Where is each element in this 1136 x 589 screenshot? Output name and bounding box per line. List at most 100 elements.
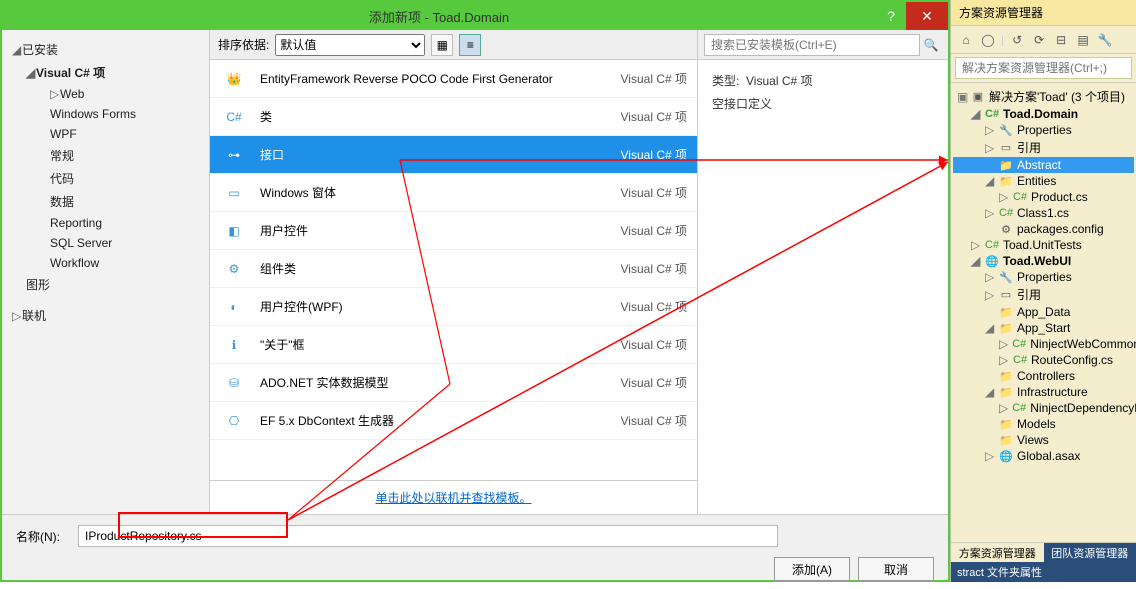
template-item-2[interactable]: ⊶ 接口 Visual C# 项: [210, 136, 697, 174]
solution-node-18[interactable]: ◢ 📁 Infrastructure: [953, 384, 1134, 400]
template-item-0[interactable]: 👑 EntityFramework Reverse POCO Code Firs…: [210, 60, 697, 98]
cancel-button[interactable]: 取消: [858, 557, 934, 581]
form-icon: ▭: [220, 179, 248, 207]
solution-node-14[interactable]: ◢ 📁 App_Start: [953, 320, 1134, 336]
template-label: EntityFramework Reverse POCO Code First …: [260, 72, 565, 86]
help-button[interactable]: ?: [876, 8, 906, 24]
solution-node-21[interactable]: 📁 Views: [953, 432, 1134, 448]
template-center: 排序依据: 默认值 ▦ ≡ 👑 EntityFramework Reverse …: [210, 30, 698, 514]
sidebar-online[interactable]: ▷联机: [2, 304, 209, 327]
template-lang: Visual C# 项: [577, 146, 687, 163]
sidebar-winforms[interactable]: Windows Forms: [2, 104, 209, 124]
refresh-icon[interactable]: ⟳: [1030, 31, 1048, 49]
sidebar-installed[interactable]: ◢已安装: [2, 38, 209, 61]
solution-node-label: RouteConfig.cs: [1031, 353, 1113, 367]
solution-node-1[interactable]: ◢ C# Toad.Domain: [953, 106, 1134, 122]
template-lang: Visual C# 项: [577, 336, 687, 353]
back-icon[interactable]: ◯: [979, 31, 997, 49]
dialog-footer: 名称(N): 添加(A) 取消: [2, 514, 948, 580]
sort-select[interactable]: 默认值: [275, 34, 425, 56]
folder-icon: 📁: [999, 175, 1013, 188]
template-item-1[interactable]: C# 类 Visual C# 项: [210, 98, 697, 136]
name-input[interactable]: [78, 525, 778, 547]
add-button[interactable]: 添加(A): [774, 557, 850, 581]
home-icon[interactable]: ⌂: [957, 31, 975, 49]
solution-node-label: 引用: [1017, 139, 1041, 156]
template-item-3[interactable]: ▭ Windows 窗体 Visual C# 项: [210, 174, 697, 212]
solution-node-label: App_Data: [1017, 305, 1070, 319]
solution-node-19[interactable]: ▷ C# NinjectDependencyR: [953, 400, 1134, 416]
sidebar-data[interactable]: 数据: [2, 190, 209, 213]
sidebar-csharp[interactable]: ◢Visual C# 项: [2, 61, 209, 84]
solution-node-17[interactable]: 📁 Controllers: [953, 368, 1134, 384]
solution-node-2[interactable]: ▷ 🔧 Properties: [953, 122, 1134, 138]
add-item-dialog: 添加新项 - Toad.Domain ? ✕ ◢已安装 ◢Visual C# 项…: [0, 0, 950, 582]
solution-node-10[interactable]: ◢ 🌐 Toad.WebUI: [953, 253, 1134, 269]
cs-icon: C#: [999, 207, 1013, 219]
wpf-icon: ◐: [220, 293, 248, 321]
solution-node-label: Views: [1017, 433, 1049, 447]
template-item-5[interactable]: ⚙ 组件类 Visual C# 项: [210, 250, 697, 288]
wrench-icon: 🔧: [999, 271, 1013, 284]
solution-node-0[interactable]: ▣ ▣ 解决方案'Toad' (3 个项目): [953, 87, 1134, 106]
solution-node-11[interactable]: ▷ 🔧 Properties: [953, 269, 1134, 285]
solution-node-label: Product.cs: [1031, 190, 1088, 204]
sidebar-workflow[interactable]: Workflow: [2, 253, 209, 273]
view-list-icon[interactable]: ≡: [459, 34, 481, 56]
solution-node-8[interactable]: ⚙ packages.config: [953, 221, 1134, 237]
caret-icon: ◢: [985, 321, 995, 335]
close-button[interactable]: ✕: [906, 2, 948, 30]
solution-node-3[interactable]: ▷ ▭ 引用: [953, 138, 1134, 157]
template-item-9[interactable]: ⎔ EF 5.x DbContext 生成器 Visual C# 项: [210, 402, 697, 440]
tab-team-explorer[interactable]: 团队资源管理器: [1044, 543, 1136, 562]
cs-icon: C#: [1013, 191, 1027, 203]
sidebar-reporting[interactable]: Reporting: [2, 213, 209, 233]
search-input[interactable]: [704, 34, 920, 56]
folder-icon: 📁: [999, 434, 1013, 447]
caret-icon: ▷: [971, 238, 981, 252]
template-lang: Visual C# 项: [577, 184, 687, 201]
solution-node-label: Class1.cs: [1017, 206, 1069, 220]
solution-node-20[interactable]: 📁 Models: [953, 416, 1134, 432]
folder-icon: 📁: [999, 322, 1013, 335]
ref-icon: ▭: [999, 288, 1013, 301]
search-icon[interactable]: 🔍: [920, 38, 942, 52]
caret-icon: ◢: [971, 107, 981, 121]
solution-node-13[interactable]: 📁 App_Data: [953, 304, 1134, 320]
solution-node-5[interactable]: ◢ 📁 Entities: [953, 173, 1134, 189]
solution-node-22[interactable]: ▷ 🌐 Global.asax: [953, 448, 1134, 464]
tab-solution-explorer[interactable]: 方案资源管理器: [951, 543, 1044, 562]
template-lang: Visual C# 项: [577, 298, 687, 315]
collapse-icon[interactable]: ⊟: [1052, 31, 1070, 49]
sidebar-web[interactable]: ▷Web: [2, 84, 209, 104]
web-icon: 🌐: [985, 255, 999, 268]
template-item-6[interactable]: ◐ 用户控件(WPF) Visual C# 项: [210, 288, 697, 326]
sidebar-shape[interactable]: 图形: [2, 273, 209, 296]
template-item-8[interactable]: ⛁ ADO.NET 实体数据模型 Visual C# 项: [210, 364, 697, 402]
sidebar-sql[interactable]: SQL Server: [2, 233, 209, 253]
solution-node-9[interactable]: ▷ C# Toad.UnitTests: [953, 237, 1134, 253]
solution-node-12[interactable]: ▷ ▭ 引用: [953, 285, 1134, 304]
view-small-icon[interactable]: ▦: [431, 34, 453, 56]
sidebar-code[interactable]: 代码: [2, 167, 209, 190]
solution-node-16[interactable]: ▷ C# RouteConfig.cs: [953, 352, 1134, 368]
solution-node-6[interactable]: ▷ C# Product.cs: [953, 189, 1134, 205]
solution-statusbar: stract 文件夹属性: [951, 562, 1136, 582]
properties-icon[interactable]: 🔧: [1096, 31, 1114, 49]
sync-icon[interactable]: ↺: [1008, 31, 1026, 49]
solution-node-7[interactable]: ▷ C# Class1.cs: [953, 205, 1134, 221]
template-item-7[interactable]: ℹ "关于"框 Visual C# 项: [210, 326, 697, 364]
sort-label: 排序依据:: [218, 36, 269, 53]
caret-icon: ▷: [985, 270, 995, 284]
showall-icon[interactable]: ▤: [1074, 31, 1092, 49]
cs-icon: C#: [1012, 338, 1026, 350]
solution-node-4[interactable]: 📁 Abstract: [953, 157, 1134, 173]
folder-icon: 📁: [999, 418, 1013, 431]
online-templates-link[interactable]: 单击此处以联机并查找模板。: [375, 491, 531, 505]
solution-explorer: 方案资源管理器 ⌂ ◯ | ↺ ⟳ ⊟ ▤ 🔧 ▣ ▣ 解决方案'Toad' (…: [950, 0, 1136, 582]
sidebar-general[interactable]: 常规: [2, 144, 209, 167]
template-item-4[interactable]: ◧ 用户控件 Visual C# 项: [210, 212, 697, 250]
solution-search[interactable]: [955, 57, 1132, 79]
solution-node-15[interactable]: ▷ C# NinjectWebCommon: [953, 336, 1134, 352]
sidebar-wpf[interactable]: WPF: [2, 124, 209, 144]
